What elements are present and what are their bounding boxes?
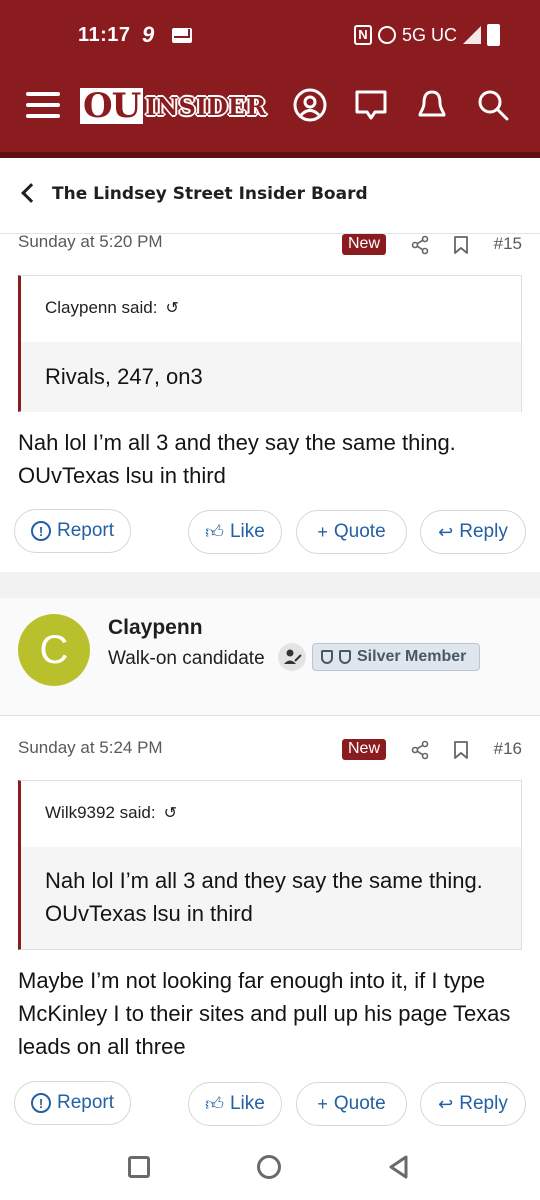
signal-icon bbox=[463, 26, 481, 44]
reply-button[interactable]: ↩ Reply bbox=[420, 510, 526, 554]
post-number[interactable]: #15 bbox=[494, 234, 522, 254]
new-badge: New bbox=[342, 234, 387, 255]
username[interactable]: Claypenn bbox=[108, 616, 203, 640]
status-icons: N 5G UC bbox=[353, 24, 500, 46]
quote-button[interactable]: + Quote bbox=[296, 1082, 407, 1126]
inbox-icon[interactable] bbox=[353, 87, 389, 123]
quote-block: Claypenn said: ↺ Rivals, 247, on3 bbox=[18, 275, 522, 412]
post-meta: Sunday at 5:24 PM New #16 bbox=[0, 738, 540, 768]
member-badge: Silver Member bbox=[312, 643, 480, 671]
like-button[interactable]: 👍︎ Like bbox=[188, 1082, 282, 1126]
status-bar: 11:17 9 N 5G UC bbox=[0, 0, 540, 70]
app-header: OU INSIDER bbox=[0, 70, 540, 158]
back-icon[interactable] bbox=[386, 1154, 410, 1180]
post-separator bbox=[0, 572, 540, 598]
quote-author[interactable]: Wilk9392 said: bbox=[45, 803, 156, 822]
site-logo[interactable]: OU INSIDER bbox=[80, 88, 266, 124]
nfc-icon: N bbox=[353, 25, 372, 45]
reply-button[interactable]: ↩ Reply bbox=[420, 1082, 526, 1126]
avatar[interactable]: C bbox=[18, 614, 90, 686]
quote-block: Wilk9392 said: ↺ Nah lol I’m all 3 and th… bbox=[18, 780, 522, 950]
jump-to-quote-icon[interactable]: ↺ bbox=[164, 803, 177, 823]
search-icon[interactable] bbox=[475, 87, 511, 123]
quote-button[interactable]: + Quote bbox=[296, 510, 407, 554]
chevron-left-icon[interactable] bbox=[21, 183, 41, 203]
quote-text: Rivals, 247, on3 bbox=[21, 342, 521, 412]
battery-icon bbox=[487, 24, 500, 46]
carrier-badge-icon: 9 bbox=[142, 22, 155, 47]
reply-label: Reply bbox=[459, 1093, 508, 1114]
like-button[interactable]: 👍︎ Like bbox=[188, 510, 282, 554]
report-icon: ! bbox=[30, 521, 51, 541]
quote-text: Nah lol I’m all 3 and they say the same … bbox=[21, 847, 521, 949]
quote-author[interactable]: Claypenn said: bbox=[45, 298, 157, 317]
post-date[interactable]: Sunday at 5:20 PM bbox=[18, 232, 163, 252]
post-date[interactable]: Sunday at 5:24 PM bbox=[18, 738, 163, 758]
logo-ou: OU bbox=[80, 88, 144, 124]
share-icon[interactable] bbox=[410, 740, 430, 760]
post-meta: Sunday at 5:20 PM New #15 bbox=[0, 232, 540, 262]
alerts-icon[interactable] bbox=[414, 87, 450, 123]
user-status-icon bbox=[278, 643, 306, 671]
user-block: C Claypenn Walk-on candidate Silver Memb… bbox=[0, 598, 540, 716]
report-label: Report bbox=[56, 1092, 115, 1113]
plus-icon: + bbox=[317, 521, 328, 542]
share-icon[interactable] bbox=[410, 235, 430, 255]
mail-icon bbox=[172, 28, 192, 43]
account-icon[interactable] bbox=[292, 87, 328, 123]
user-title: Walk-on candidate bbox=[108, 648, 265, 669]
thumbs-up-icon: 👍︎ bbox=[205, 1094, 224, 1114]
post-body: Nah lol I’m all 3 and they say the same … bbox=[18, 430, 456, 488]
reply-icon: ↩ bbox=[438, 521, 454, 542]
reply-label: Reply bbox=[459, 521, 508, 542]
post-number[interactable]: #16 bbox=[494, 739, 522, 759]
reply-icon: ↩ bbox=[438, 1093, 454, 1114]
new-badge: New bbox=[342, 739, 387, 760]
thumbs-up-icon: 👍︎ bbox=[205, 522, 224, 542]
quote-header[interactable]: Claypenn said: ↺ bbox=[21, 276, 521, 342]
system-nav-bar bbox=[0, 1136, 540, 1200]
plus-icon: + bbox=[317, 1093, 328, 1114]
post-body: Maybe I’m not looking far enough into it… bbox=[18, 968, 511, 1059]
breadcrumb-label[interactable]: The Lindsey Street Insider Board bbox=[52, 184, 368, 204]
bookmark-icon[interactable] bbox=[452, 740, 470, 760]
like-label: Like bbox=[229, 521, 265, 542]
member-badge-label: Silver Member bbox=[357, 648, 467, 665]
shield-icon bbox=[339, 650, 351, 664]
bookmark-icon[interactable] bbox=[452, 235, 470, 255]
breadcrumb[interactable]: The Lindsey Street Insider Board bbox=[0, 158, 540, 234]
logo-insider: INSIDER bbox=[145, 91, 267, 121]
report-icon: ! bbox=[30, 1093, 51, 1113]
shield-icon bbox=[321, 650, 333, 664]
report-button[interactable]: ! Report bbox=[14, 1081, 131, 1125]
menu-icon[interactable] bbox=[26, 92, 60, 118]
quote-label: Quote bbox=[333, 521, 386, 542]
report-label: Report bbox=[56, 520, 115, 541]
like-label: Like bbox=[229, 1093, 265, 1114]
alarm-icon bbox=[377, 26, 396, 44]
report-button[interactable]: ! Report bbox=[14, 509, 131, 553]
quote-label: Quote bbox=[333, 1093, 386, 1114]
quote-header[interactable]: Wilk9392 said: ↺ bbox=[21, 781, 521, 847]
jump-to-quote-icon[interactable]: ↺ bbox=[165, 298, 178, 318]
home-icon[interactable] bbox=[257, 1155, 281, 1179]
recents-icon[interactable] bbox=[128, 1156, 150, 1178]
network-label: 5G UC bbox=[401, 24, 457, 45]
status-time: 11:17 bbox=[78, 24, 131, 46]
